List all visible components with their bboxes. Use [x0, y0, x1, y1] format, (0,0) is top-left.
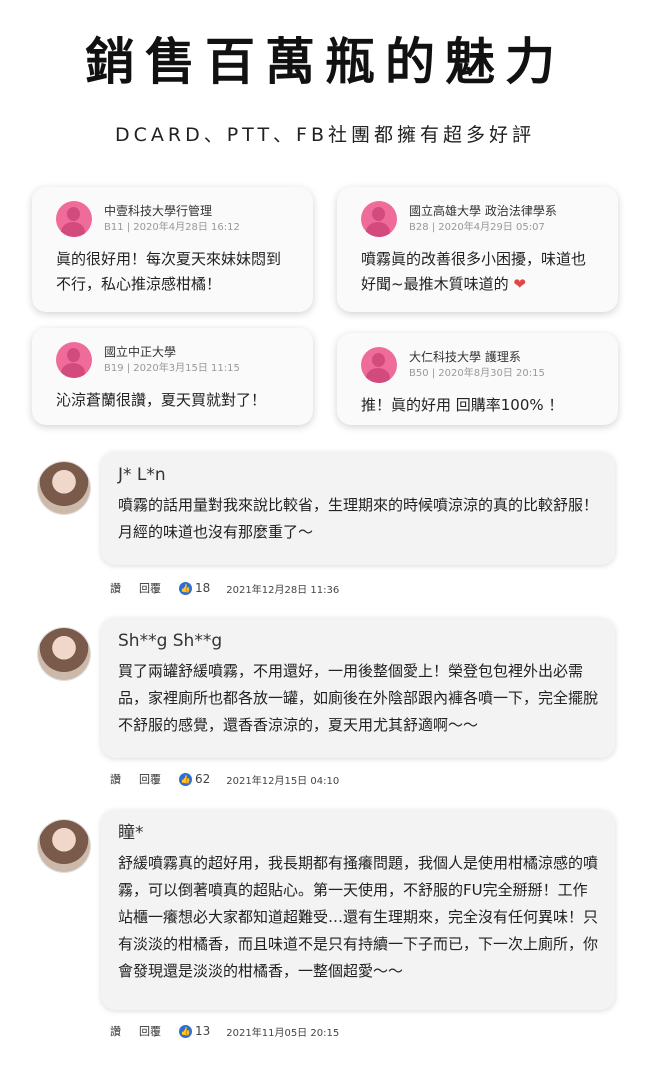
review-card: 國立中正大學 B19 | 2020年3月15日 11:15 沁涼蒼蘭很讚，夏天買…: [32, 328, 313, 425]
reply-button[interactable]: 回覆: [139, 1023, 161, 1039]
comment-text: 噴霧的話用量對我來說比較省，生理期來的時候噴涼涼的真的比較舒服！月經的味道也沒有…: [118, 496, 599, 541]
reviewer-school: 中壹科技大學行管理: [104, 204, 213, 218]
heart-icon: ❤: [513, 275, 526, 293]
commenter-avatar: [38, 820, 90, 872]
review-card: 國立高雄大學 政治法律學系 B28 | 2020年4月29日 05:07 噴霧眞…: [337, 187, 618, 312]
comment-bubble: Sh**g Sh**g 買了兩罐舒緩噴霧，不用還好，一用後整個愛上！榮登包包裡外…: [101, 618, 615, 758]
commenter-name[interactable]: Sh**g Sh**g: [118, 628, 599, 654]
review-meta: B19 | 2020年3月15日 11:15: [104, 363, 240, 374]
reviewer-school: 大仁科技大學 護理系: [409, 350, 521, 364]
review-meta: B11 | 2020年4月28日 16:12: [104, 222, 240, 233]
reply-button[interactable]: 回覆: [139, 771, 161, 787]
comment-bubble: 瞳* 舒緩噴霧真的超好用，我長期都有搔癢問題，我個人是使用柑橘涼感的噴霧，可以倒…: [101, 810, 615, 1010]
review-meta: B28 | 2020年4月29日 05:07: [409, 222, 545, 233]
comment-actions: 讚 回覆 👍 13 2021年11月05日 20:15: [110, 1023, 339, 1039]
comment-time: 2021年11月05日 20:15: [226, 1027, 340, 1039]
comment-text: 買了兩罐舒緩噴霧，不用還好，一用後整個愛上！榮登包包裡外出必需品，家裡廁所也都各…: [118, 662, 599, 734]
like-count: 18: [195, 581, 211, 595]
review-meta: B50 | 2020年8月30日 20:15: [409, 368, 545, 379]
commenter-avatar: [38, 628, 90, 680]
comment-actions: 讚 回覆 👍 18 2021年12月28日 11:36: [110, 580, 339, 596]
thumbs-up-icon: 👍: [179, 1024, 192, 1038]
commenter-avatar: [38, 462, 90, 514]
thumbs-up-icon: 👍: [179, 772, 192, 786]
comment-text: 舒緩噴霧真的超好用，我長期都有搔癢問題，我個人是使用柑橘涼感的噴霧，可以倒著噴真…: [118, 854, 599, 980]
page-title: 銷售百萬瓶的魅力: [85, 32, 565, 91]
user-avatar-icon: [56, 342, 92, 378]
page-subtitle: DCARD、PTT、FB社團都擁有超多好評: [114, 124, 536, 146]
like-count: 13: [195, 1024, 211, 1038]
review-text-body: 噴霧眞的改善很多小困擾，味道也好聞~最推木質味道的: [361, 250, 587, 293]
user-avatar-icon: [361, 201, 397, 237]
reply-button[interactable]: 回覆: [139, 580, 161, 596]
like-button[interactable]: 讚: [110, 771, 121, 787]
review-text: 眞的很好用！每次夏天來妹妹悶到不行，私心推涼感柑橘！: [56, 250, 282, 293]
comment-time: 2021年12月28日 11:36: [226, 584, 340, 596]
like-button[interactable]: 讚: [110, 1023, 121, 1039]
review-text: 推！眞的好用 回購率100% ！: [361, 396, 564, 414]
comment-time: 2021年12月15日 04:10: [226, 775, 340, 787]
like-button[interactable]: 讚: [110, 580, 121, 596]
user-avatar-icon: [56, 201, 92, 237]
commenter-name[interactable]: 瞳*: [118, 820, 599, 846]
review-text: 沁涼蒼蘭很讚，夏天買就對了！: [56, 391, 267, 409]
review-text: 噴霧眞的改善很多小困擾，味道也好聞~最推木質味道的 ❤: [361, 247, 600, 297]
like-count: 62: [195, 772, 211, 786]
review-card: 大仁科技大學 護理系 B50 | 2020年8月30日 20:15 推！眞的好用…: [337, 333, 618, 425]
review-card: 中壹科技大學行管理 B11 | 2020年4月28日 16:12 眞的很好用！每…: [32, 187, 313, 312]
reviewer-school: 國立高雄大學 政治法律學系: [409, 204, 557, 218]
comment-actions: 讚 回覆 👍 62 2021年12月15日 04:10: [110, 771, 339, 787]
comment-bubble: J* L*n 噴霧的話用量對我來說比較省，生理期來的時候噴涼涼的真的比較舒服！月…: [101, 452, 615, 565]
thumbs-up-icon: 👍: [179, 581, 192, 595]
user-avatar-icon: [361, 347, 397, 383]
commenter-name[interactable]: J* L*n: [118, 462, 599, 488]
reviewer-school: 國立中正大學: [104, 345, 177, 359]
